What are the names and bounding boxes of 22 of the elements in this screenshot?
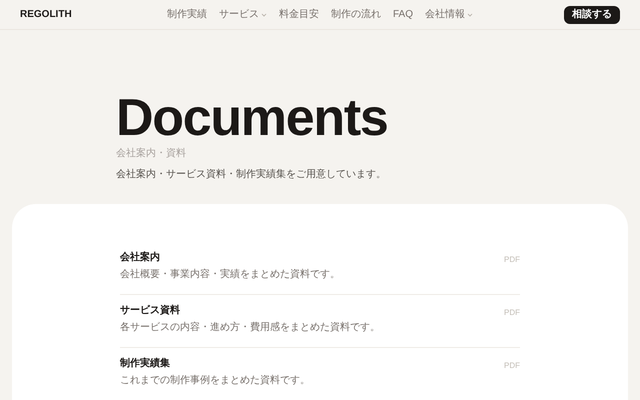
chevron-down-icon	[467, 12, 473, 16]
file-format-label: PDF	[504, 360, 520, 372]
document-description: 各サービスの内容・進め方・費用感をまとめた資料です。	[120, 320, 380, 335]
nav-link[interactable]: 制作実績	[166, 7, 207, 22]
document-title[interactable]: 制作実績集	[120, 356, 310, 371]
file-format-label: PDF	[504, 307, 520, 319]
breadcrumb: 会社案内・資料	[116, 146, 187, 161]
consult-button[interactable]: 相談する	[564, 6, 620, 24]
page-title: Documents	[116, 92, 388, 144]
nav-link[interactable]: FAQ	[392, 7, 413, 22]
page-description: 会社案内・サービス資料・制作実績集をご用意しています。	[116, 168, 387, 182]
document-title[interactable]: サービス資料	[120, 303, 380, 318]
nav-link[interactable]: 会社情報	[425, 7, 473, 22]
document-description: 会社概要・事業内容・実績をまとめた資料です。	[120, 268, 340, 282]
nav-link[interactable]: サービス	[218, 7, 267, 22]
file-format-label: PDF	[504, 254, 520, 266]
document-description: これまでの制作事例をまとめた資料です。	[120, 374, 310, 388]
document-title[interactable]: 会社案内	[120, 250, 340, 265]
nav-link[interactable]: 制作の流れ	[330, 7, 381, 22]
nav-link[interactable]: 料金目安	[278, 7, 319, 22]
logo[interactable]: REGOLITH	[20, 7, 167, 22]
chevron-down-icon	[260, 12, 267, 16]
